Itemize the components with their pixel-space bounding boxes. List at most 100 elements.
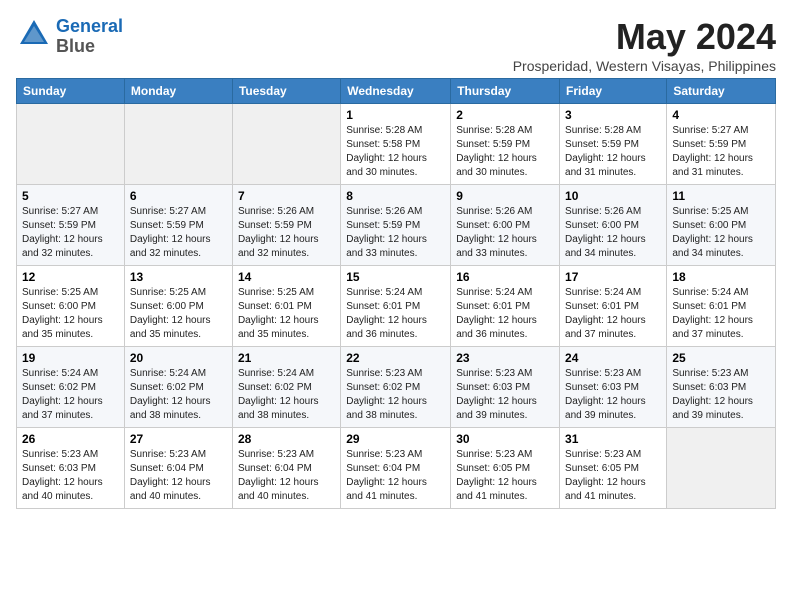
day-number: 19 (22, 351, 119, 365)
day-cell: 29 Sunrise: 5:23 AM Sunset: 6:04 PM Dayli… (341, 428, 451, 509)
day-cell: 20 Sunrise: 5:24 AM Sunset: 6:02 PM Dayli… (124, 347, 232, 428)
day-number: 22 (346, 351, 445, 365)
week-row-3: 12 Sunrise: 5:25 AM Sunset: 6:00 PM Dayli… (17, 266, 776, 347)
day-cell (124, 104, 232, 185)
day-info: Sunrise: 5:26 AM Sunset: 5:59 PM Dayligh… (346, 205, 445, 261)
day-info: Sunrise: 5:23 AM Sunset: 6:05 PM Dayligh… (456, 448, 554, 504)
day-number: 5 (22, 189, 119, 203)
day-number: 30 (456, 432, 554, 446)
day-number: 9 (456, 189, 554, 203)
day-cell: 28 Sunrise: 5:23 AM Sunset: 6:04 PM Dayli… (232, 428, 340, 509)
day-info: Sunrise: 5:24 AM Sunset: 6:01 PM Dayligh… (565, 286, 661, 342)
day-info: Sunrise: 5:26 AM Sunset: 6:00 PM Dayligh… (565, 205, 661, 261)
title-block: May 2024 Prosperidad, Western Visayas, P… (513, 16, 776, 74)
day-cell: 9 Sunrise: 5:26 AM Sunset: 6:00 PM Daylig… (451, 185, 560, 266)
day-info: Sunrise: 5:28 AM Sunset: 5:59 PM Dayligh… (565, 124, 661, 180)
day-cell: 19 Sunrise: 5:24 AM Sunset: 6:02 PM Dayli… (17, 347, 125, 428)
day-cell (232, 104, 340, 185)
week-row-4: 19 Sunrise: 5:24 AM Sunset: 6:02 PM Dayli… (17, 347, 776, 428)
day-cell: 2Sunrise: 5:28 AM Sunset: 5:59 PM Daylig… (451, 104, 560, 185)
day-info: Sunrise: 5:27 AM Sunset: 5:59 PM Dayligh… (130, 205, 227, 261)
day-number: 21 (238, 351, 335, 365)
day-number: 3 (565, 108, 661, 122)
day-info: Sunrise: 5:28 AM Sunset: 5:58 PM Dayligh… (346, 124, 445, 180)
day-cell: 12 Sunrise: 5:25 AM Sunset: 6:00 PM Dayli… (17, 266, 125, 347)
day-info: Sunrise: 5:24 AM Sunset: 6:02 PM Dayligh… (22, 367, 119, 423)
header-cell-friday: Friday (560, 79, 667, 104)
day-number: 27 (130, 432, 227, 446)
day-info: Sunrise: 5:27 AM Sunset: 5:59 PM Dayligh… (22, 205, 119, 261)
day-info: Sunrise: 5:26 AM Sunset: 6:00 PM Dayligh… (456, 205, 554, 261)
day-info: Sunrise: 5:23 AM Sunset: 6:04 PM Dayligh… (238, 448, 335, 504)
day-cell: 31Sunrise: 5:23 AM Sunset: 6:05 PM Dayli… (560, 428, 667, 509)
day-info: Sunrise: 5:25 AM Sunset: 6:00 PM Dayligh… (22, 286, 119, 342)
day-cell (667, 428, 776, 509)
day-cell: 24 Sunrise: 5:23 AM Sunset: 6:03 PM Dayli… (560, 347, 667, 428)
header-cell-wednesday: Wednesday (341, 79, 451, 104)
week-row-5: 26 Sunrise: 5:23 AM Sunset: 6:03 PM Dayli… (17, 428, 776, 509)
logo: GeneralBlue (16, 16, 123, 57)
week-row-1: 1 Sunrise: 5:28 AM Sunset: 5:58 PM Daylig… (17, 104, 776, 185)
month-title: May 2024 (513, 16, 776, 58)
day-info: Sunrise: 5:23 AM Sunset: 6:03 PM Dayligh… (672, 367, 770, 423)
day-cell: 16 Sunrise: 5:24 AM Sunset: 6:01 PM Dayli… (451, 266, 560, 347)
page-header: GeneralBlue May 2024 Prosperidad, Wester… (16, 16, 776, 74)
day-number: 6 (130, 189, 227, 203)
calendar-table: SundayMondayTuesdayWednesdayThursdayFrid… (16, 78, 776, 509)
day-info: Sunrise: 5:25 AM Sunset: 6:01 PM Dayligh… (238, 286, 335, 342)
day-info: Sunrise: 5:23 AM Sunset: 6:03 PM Dayligh… (456, 367, 554, 423)
day-number: 16 (456, 270, 554, 284)
day-info: Sunrise: 5:24 AM Sunset: 6:01 PM Dayligh… (456, 286, 554, 342)
day-number: 26 (22, 432, 119, 446)
day-info: Sunrise: 5:23 AM Sunset: 6:04 PM Dayligh… (346, 448, 445, 504)
header-cell-tuesday: Tuesday (232, 79, 340, 104)
day-number: 29 (346, 432, 445, 446)
day-info: Sunrise: 5:24 AM Sunset: 6:01 PM Dayligh… (672, 286, 770, 342)
day-cell: 18 Sunrise: 5:24 AM Sunset: 6:01 PM Dayli… (667, 266, 776, 347)
day-cell (17, 104, 125, 185)
day-cell: 26 Sunrise: 5:23 AM Sunset: 6:03 PM Dayli… (17, 428, 125, 509)
day-cell: 8 Sunrise: 5:26 AM Sunset: 5:59 PM Daylig… (341, 185, 451, 266)
day-info: Sunrise: 5:23 AM Sunset: 6:03 PM Dayligh… (22, 448, 119, 504)
day-cell: 27 Sunrise: 5:23 AM Sunset: 6:04 PM Dayli… (124, 428, 232, 509)
day-cell: 25Sunrise: 5:23 AM Sunset: 6:03 PM Dayli… (667, 347, 776, 428)
day-number: 13 (130, 270, 227, 284)
day-info: Sunrise: 5:25 AM Sunset: 6:00 PM Dayligh… (130, 286, 227, 342)
day-info: Sunrise: 5:26 AM Sunset: 5:59 PM Dayligh… (238, 205, 335, 261)
header-cell-sunday: Sunday (17, 79, 125, 104)
day-cell: 7 Sunrise: 5:26 AM Sunset: 5:59 PM Daylig… (232, 185, 340, 266)
day-number: 20 (130, 351, 227, 365)
day-info: Sunrise: 5:23 AM Sunset: 6:02 PM Dayligh… (346, 367, 445, 423)
day-info: Sunrise: 5:23 AM Sunset: 6:03 PM Dayligh… (565, 367, 661, 423)
day-number: 24 (565, 351, 661, 365)
day-number: 28 (238, 432, 335, 446)
day-cell: 4Sunrise: 5:27 AM Sunset: 5:59 PM Daylig… (667, 104, 776, 185)
day-number: 12 (22, 270, 119, 284)
day-info: Sunrise: 5:28 AM Sunset: 5:59 PM Dayligh… (456, 124, 554, 180)
day-number: 8 (346, 189, 445, 203)
day-cell: 6 Sunrise: 5:27 AM Sunset: 5:59 PM Daylig… (124, 185, 232, 266)
day-cell: 5 Sunrise: 5:27 AM Sunset: 5:59 PM Daylig… (17, 185, 125, 266)
logo-text: GeneralBlue (56, 17, 123, 57)
day-cell: 14 Sunrise: 5:25 AM Sunset: 6:01 PM Dayli… (232, 266, 340, 347)
day-info: Sunrise: 5:24 AM Sunset: 6:02 PM Dayligh… (238, 367, 335, 423)
day-cell: 17 Sunrise: 5:24 AM Sunset: 6:01 PM Dayli… (560, 266, 667, 347)
header-row: SundayMondayTuesdayWednesdayThursdayFrid… (17, 79, 776, 104)
day-number: 18 (672, 270, 770, 284)
day-info: Sunrise: 5:27 AM Sunset: 5:59 PM Dayligh… (672, 124, 770, 180)
day-number: 14 (238, 270, 335, 284)
header-cell-monday: Monday (124, 79, 232, 104)
day-info: Sunrise: 5:24 AM Sunset: 6:02 PM Dayligh… (130, 367, 227, 423)
day-cell: 22 Sunrise: 5:23 AM Sunset: 6:02 PM Dayli… (341, 347, 451, 428)
day-number: 11 (672, 189, 770, 203)
day-cell: 30 Sunrise: 5:23 AM Sunset: 6:05 PM Dayli… (451, 428, 560, 509)
day-info: Sunrise: 5:23 AM Sunset: 6:04 PM Dayligh… (130, 448, 227, 504)
day-info: Sunrise: 5:25 AM Sunset: 6:00 PM Dayligh… (672, 205, 770, 261)
day-number: 1 (346, 108, 445, 122)
day-info: Sunrise: 5:23 AM Sunset: 6:05 PM Dayligh… (565, 448, 661, 504)
day-cell: 11 Sunrise: 5:25 AM Sunset: 6:00 PM Dayli… (667, 185, 776, 266)
logo-icon (16, 16, 52, 52)
day-number: 7 (238, 189, 335, 203)
day-cell: 21 Sunrise: 5:24 AM Sunset: 6:02 PM Dayli… (232, 347, 340, 428)
day-number: 17 (565, 270, 661, 284)
